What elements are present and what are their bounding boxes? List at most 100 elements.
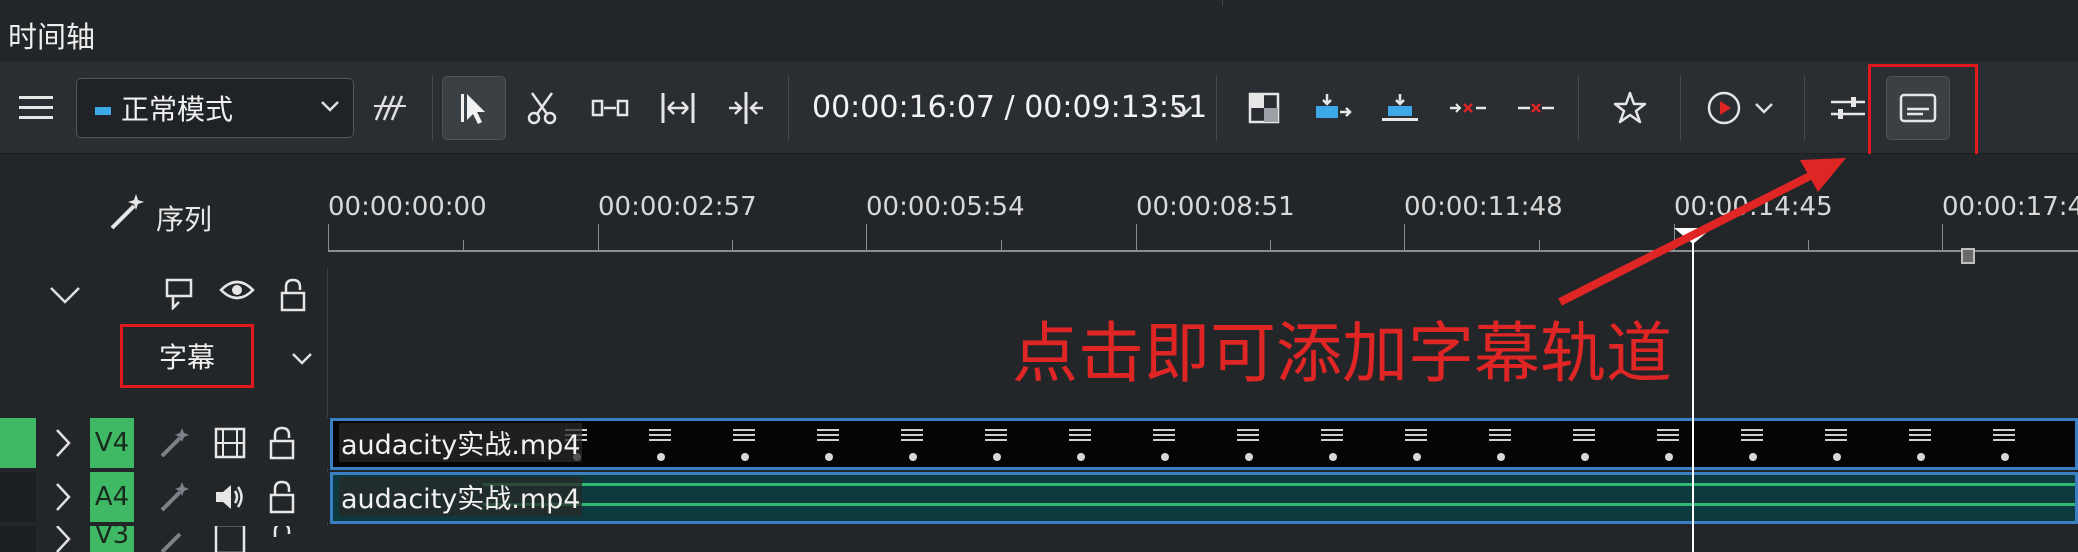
thumbnail-text-line <box>1069 429 1091 431</box>
toolbar-separator <box>432 76 433 140</box>
magic-wand-icon[interactable] <box>158 526 192 552</box>
magic-wand-icon[interactable] <box>158 480 192 514</box>
lock-icon[interactable] <box>279 278 307 312</box>
track-tag[interactable]: V4 <box>90 418 134 468</box>
ruler-tick-label: 00:00:00:00 <box>328 192 487 222</box>
ruler-tick-label: 00:00:05:54 <box>866 192 1025 222</box>
panel-title: 时间轴 <box>8 20 96 54</box>
chevron-right-icon <box>56 483 71 511</box>
audio-waveform-top <box>483 483 2075 486</box>
ruler-major-tick <box>1404 224 1405 250</box>
sequence-label: 序列 <box>156 203 213 236</box>
time-ruler[interactable]: 00:00:00:00 00:00:02:57 00:00:05:54 00:0… <box>328 192 2078 252</box>
clip-name: audacity实战.mp4 <box>339 423 583 462</box>
film-icon[interactable] <box>214 427 246 459</box>
lock-icon[interactable] <box>268 426 296 460</box>
chevron-down-icon[interactable] <box>290 350 314 368</box>
lock-icon[interactable] <box>268 480 296 514</box>
ruler-major-tick <box>866 224 867 250</box>
thumbnail-mark <box>1665 453 1673 461</box>
ruler-major-tick <box>1942 224 1943 250</box>
audio-clip[interactable]: audacity实战.mp4 <box>330 472 2078 524</box>
eye-icon[interactable] <box>219 278 255 302</box>
chevron-right-icon <box>56 429 71 457</box>
ruler-minor-tick <box>1001 240 1002 250</box>
subtitle-button-highlight <box>1868 64 1978 162</box>
timecode-display[interactable]: 00:00:16:07 / 00:09:13:51 <box>812 90 1207 125</box>
favorite-button[interactable] <box>1598 76 1662 140</box>
thumbnail-mark <box>2001 453 2009 461</box>
thumbnail-text-line <box>1153 429 1175 431</box>
track-color-tab <box>0 526 36 552</box>
chevron-down-icon[interactable] <box>48 284 82 306</box>
thumbnail-text-line <box>1573 434 1595 436</box>
thumbnail-text-line <box>1909 429 1931 431</box>
track-tag[interactable]: V3 <box>90 526 134 552</box>
ruler-tick-label: 00:00:17:4 <box>1942 192 2078 222</box>
thumbnail-text-line <box>1153 434 1175 436</box>
thumbnail-text-line <box>649 429 671 431</box>
track-controls <box>158 526 296 552</box>
thumbnail-mark <box>1413 453 1421 461</box>
ruler-major-tick <box>1136 224 1137 250</box>
thumbnail-text-line <box>1909 434 1931 436</box>
insert-icon <box>1316 94 1352 118</box>
thumbnail-text-line <box>817 434 839 436</box>
composite-toggle-button[interactable] <box>1232 76 1296 140</box>
thumbnail-text-line <box>1573 429 1595 431</box>
thumbnail-text-line <box>1657 434 1679 436</box>
ripple-tool-button[interactable] <box>646 76 710 140</box>
slip-tool-button[interactable] <box>578 76 642 140</box>
thumbnail-text-line <box>817 439 839 441</box>
hamburger-menu-button[interactable] <box>4 76 68 140</box>
chevron-down-icon[interactable] <box>1172 100 1194 122</box>
mode-indicator-icon <box>95 107 111 115</box>
thumbnail-text-line <box>1069 439 1091 441</box>
edit-mode-select[interactable]: 正常模式 <box>76 78 354 138</box>
chevron-down-icon <box>321 101 339 112</box>
spacer-tool-button[interactable] <box>358 76 422 140</box>
thumbnail-text-line <box>817 429 839 431</box>
thumbnail-mark <box>993 453 1001 461</box>
thumbnail-text-line <box>733 429 755 431</box>
ruler-tick-label: 00:00:14:45 <box>1674 192 1833 222</box>
thumbnail-mark <box>1833 453 1841 461</box>
lock-icon[interactable] <box>268 526 296 552</box>
render-options-button[interactable] <box>1744 76 1784 140</box>
extract-button[interactable] <box>1504 76 1568 140</box>
playhead-line[interactable] <box>1692 236 1694 552</box>
ruler-tick-label: 00:00:08:51 <box>1136 192 1295 222</box>
thumbnail-mark <box>1497 453 1505 461</box>
speaker-icon[interactable] <box>214 481 246 513</box>
render-icon <box>1707 91 1741 125</box>
multicam-tool-button[interactable] <box>714 76 778 140</box>
razor-tool-button[interactable] <box>510 76 574 140</box>
ruler-minor-tick <box>1270 240 1271 250</box>
expand-track-button[interactable] <box>36 526 90 552</box>
film-icon[interactable] <box>214 526 246 552</box>
expand-track-button[interactable] <box>36 427 90 459</box>
expand-track-button[interactable] <box>36 481 90 513</box>
thumbnail-text-line <box>901 439 923 441</box>
ruler-minor-tick <box>463 240 464 250</box>
ruler-minor-tick <box>1539 240 1540 250</box>
select-tool-button[interactable] <box>442 76 506 140</box>
thumbnail-text-line <box>901 434 923 436</box>
thumbnail-text-line <box>1825 429 1847 431</box>
video-clip[interactable]: audacity实战.mp4 <box>330 418 2078 470</box>
subtitle-style-icon[interactable] <box>165 278 195 310</box>
track-tag[interactable]: A4 <box>90 472 134 522</box>
lift-button[interactable] <box>1436 76 1500 140</box>
toolbar-separator <box>1804 76 1805 140</box>
thumbnail-text-line <box>985 429 1007 431</box>
thumbnail-text-line <box>649 434 671 436</box>
thumbnail-mark <box>1245 453 1253 461</box>
subtitle-track-label[interactable]: 字幕 <box>120 324 254 388</box>
thumbnail-text-line <box>985 439 1007 441</box>
magic-wand-icon[interactable] <box>158 426 192 460</box>
zone-out-marker[interactable] <box>1961 248 1975 264</box>
star-icon <box>1613 91 1647 124</box>
thumbnail-text-line <box>1237 434 1259 436</box>
insert-clip-button[interactable] <box>1300 76 1364 140</box>
overwrite-clip-button[interactable] <box>1368 76 1432 140</box>
